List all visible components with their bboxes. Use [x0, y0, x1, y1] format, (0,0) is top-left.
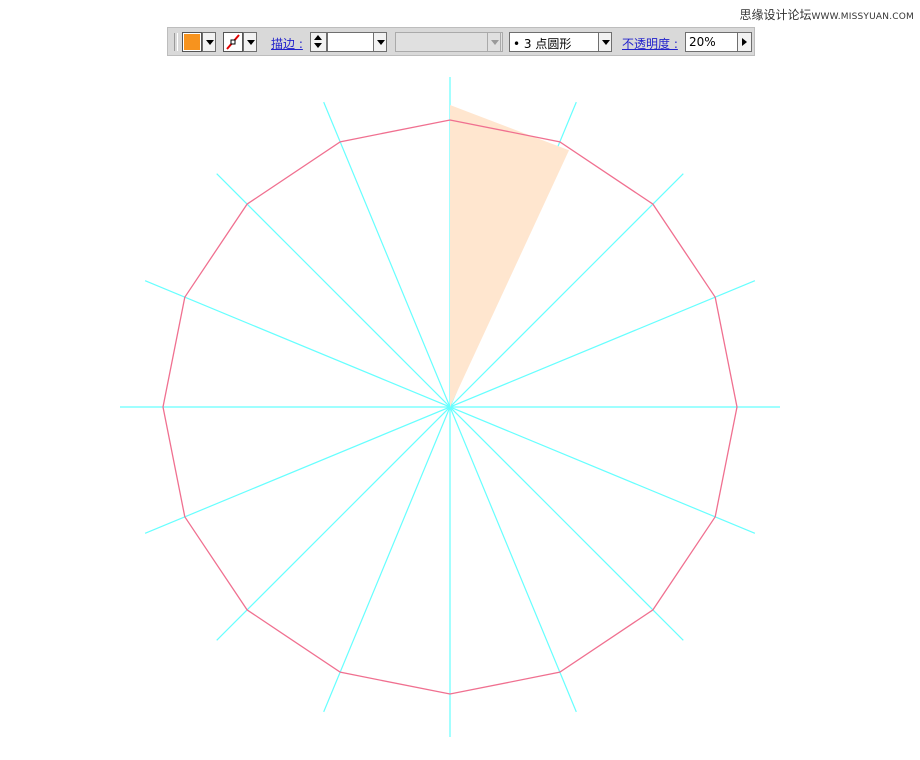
selected-wedge[interactable]: [450, 105, 569, 407]
artboard: [120, 77, 780, 737]
